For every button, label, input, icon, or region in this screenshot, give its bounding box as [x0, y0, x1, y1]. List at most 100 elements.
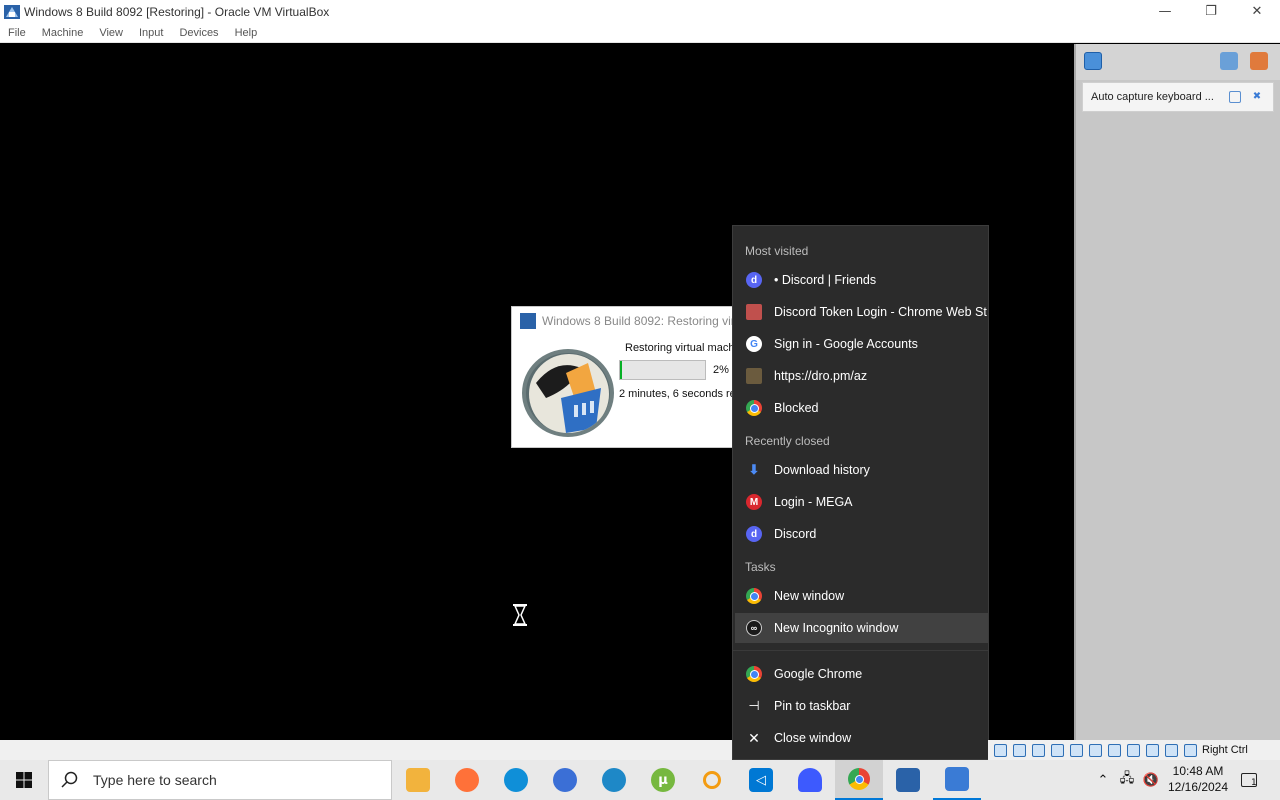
dismiss-icon[interactable]: ✖ [1251, 91, 1263, 103]
jump-item-download-history[interactable]: ⬇ Download history [735, 455, 988, 485]
google-icon: G [746, 336, 762, 352]
close-button[interactable]: ✕ [1234, 0, 1280, 23]
search-placeholder: Type here to search [93, 772, 217, 788]
download-icon: ⬇ [748, 462, 760, 477]
menu-help[interactable]: Help [227, 27, 266, 39]
menu-view[interactable]: View [91, 27, 131, 39]
taskbar-chrome[interactable] [835, 760, 883, 800]
menu-machine[interactable]: Machine [34, 27, 92, 39]
menu-input[interactable]: Input [131, 27, 171, 39]
jump-item-dro-pm[interactable]: https://dro.pm/az [735, 361, 988, 391]
taskbar-blue-app[interactable] [786, 760, 834, 800]
tray-overflow-icon[interactable]: ⌃ [1094, 760, 1112, 800]
mega-icon: M [746, 494, 762, 510]
start-button[interactable] [0, 760, 48, 800]
network-tray-icon[interactable]: 🖧 [1116, 760, 1138, 800]
discord-icon: d [746, 526, 762, 542]
restore-dialog: Windows 8 Build 8092: Restoring virtual … [511, 306, 733, 448]
hard-disk-icon[interactable] [994, 743, 1007, 757]
vm-window-icon [945, 767, 969, 791]
virtualbox-icon [896, 768, 920, 792]
close-icon: ✕ [748, 729, 760, 746]
site-icon [746, 368, 762, 384]
recently-closed-header: Recently closed [745, 434, 830, 448]
jump-item-discord-friends[interactable]: d • Discord | Friends [735, 265, 988, 295]
jump-item-google-chrome[interactable]: Google Chrome [735, 659, 988, 689]
clock-date: 12/16/2024 [1167, 780, 1229, 794]
globe-app-icon [553, 768, 577, 792]
jump-item-pin-to-taskbar[interactable]: ⊣ Pin to taskbar [735, 691, 988, 721]
taskbar-search-box[interactable]: Type here to search [48, 760, 392, 800]
chrome-icon [848, 768, 870, 790]
vscode-icon: ◁ [749, 768, 773, 792]
taskbar-virtualbox[interactable] [884, 760, 932, 800]
taskbar-vscode[interactable]: ◁ [737, 760, 785, 800]
keyboard-icon[interactable] [1184, 743, 1197, 757]
edge-icon [504, 768, 528, 792]
restore-progress-bar [619, 360, 706, 380]
mouse-integration-icon[interactable] [1165, 743, 1178, 757]
host-key-label: Right Ctrl [1202, 744, 1248, 756]
taskbar-firefox[interactable] [443, 760, 491, 800]
taskbar-search-tool[interactable] [688, 760, 736, 800]
window-titlebar: Windows 8 Build 8092 [Restoring] - Oracl… [0, 0, 1280, 23]
notification-center-button[interactable]: 1 [1236, 760, 1262, 800]
utorrent-icon: µ [651, 768, 675, 792]
jump-list-separator [733, 650, 988, 651]
restore-button[interactable]: ❐ [1188, 0, 1234, 23]
info-toggle-icon[interactable] [1229, 91, 1241, 103]
close-icon: ✕ [1251, 4, 1263, 19]
optical-drive-icon[interactable] [1013, 743, 1026, 757]
taskbar-clock[interactable]: 10:48 AM 12/16/2024 [1160, 763, 1236, 795]
menu-file[interactable]: File [0, 27, 34, 39]
restore-message: Restoring virtual machine [625, 342, 732, 354]
vm-sidebar: Auto capture keyboard ... ✖ [1074, 44, 1280, 740]
file-explorer-icon [406, 768, 430, 792]
vm-statusbar: Right Ctrl [988, 740, 1280, 760]
minimize-icon: — [1158, 4, 1172, 19]
chrome-icon [746, 666, 762, 682]
minimize-button[interactable]: — [1142, 0, 1188, 23]
taskbar-utorrent[interactable]: µ [639, 760, 687, 800]
taskbar-globe-app[interactable] [541, 760, 589, 800]
network-icon[interactable] [1051, 743, 1064, 757]
display-icon[interactable] [1108, 743, 1121, 757]
jump-item-mega-login[interactable]: M Login - MEGA [735, 487, 988, 517]
details-icon[interactable] [1220, 52, 1238, 70]
cpu-icon[interactable] [1146, 743, 1159, 757]
menu-devices[interactable]: Devices [171, 27, 226, 39]
taskbar-app[interactable] [590, 760, 638, 800]
volume-muted-icon[interactable]: 🔇 [1140, 760, 1162, 800]
virtualbox-icon [3, 3, 21, 21]
dialog-titlebar: Windows 8 Build 8092: Restoring virtual … [512, 307, 732, 335]
search-icon [61, 771, 78, 788]
vm-statusbar-left [0, 740, 732, 760]
hourglass-cursor-icon [512, 604, 528, 626]
recording-icon[interactable] [1127, 743, 1140, 757]
message-icon[interactable] [1084, 52, 1102, 70]
audio-icon[interactable] [1032, 743, 1045, 757]
virtualbox-small-icon [520, 313, 536, 329]
windows-logo-icon [16, 772, 32, 788]
time-remaining: 2 minutes, 6 seconds remaining [619, 388, 732, 400]
jump-item-close-window[interactable]: ✕ Close window [735, 723, 988, 753]
jump-item-discord[interactable]: d Discord [735, 519, 988, 549]
close-pane-icon[interactable] [1250, 52, 1268, 70]
blue-app-icon [798, 768, 822, 792]
jump-item-new-incognito-window[interactable]: ∞ New Incognito window [735, 613, 988, 643]
progress-fill [620, 361, 622, 379]
usb-icon[interactable] [1070, 743, 1083, 757]
taskbar-file-explorer[interactable] [394, 760, 442, 800]
jump-item-discord-token-login[interactable]: Discord Token Login - Chrome Web St... [735, 297, 988, 327]
taskbar-vm-window[interactable] [933, 760, 981, 800]
shared-folders-icon[interactable] [1089, 743, 1102, 757]
auto-capture-notice: Auto capture keyboard ... ✖ [1082, 82, 1274, 112]
jump-item-google-accounts[interactable]: G Sign in - Google Accounts [735, 329, 988, 359]
windows-taskbar: Type here to search µ ◁ ⌃ 🖧 🔇 10:48 AM 1… [0, 760, 1280, 800]
restore-icon: ❐ [1205, 4, 1217, 19]
jump-item-blocked[interactable]: Blocked [735, 393, 988, 423]
chrome-icon [746, 588, 762, 604]
dialog-body: Restoring virtual machine 2% 2 minutes, … [512, 335, 732, 447]
jump-item-new-window[interactable]: New window [735, 581, 988, 611]
taskbar-edge[interactable] [492, 760, 540, 800]
